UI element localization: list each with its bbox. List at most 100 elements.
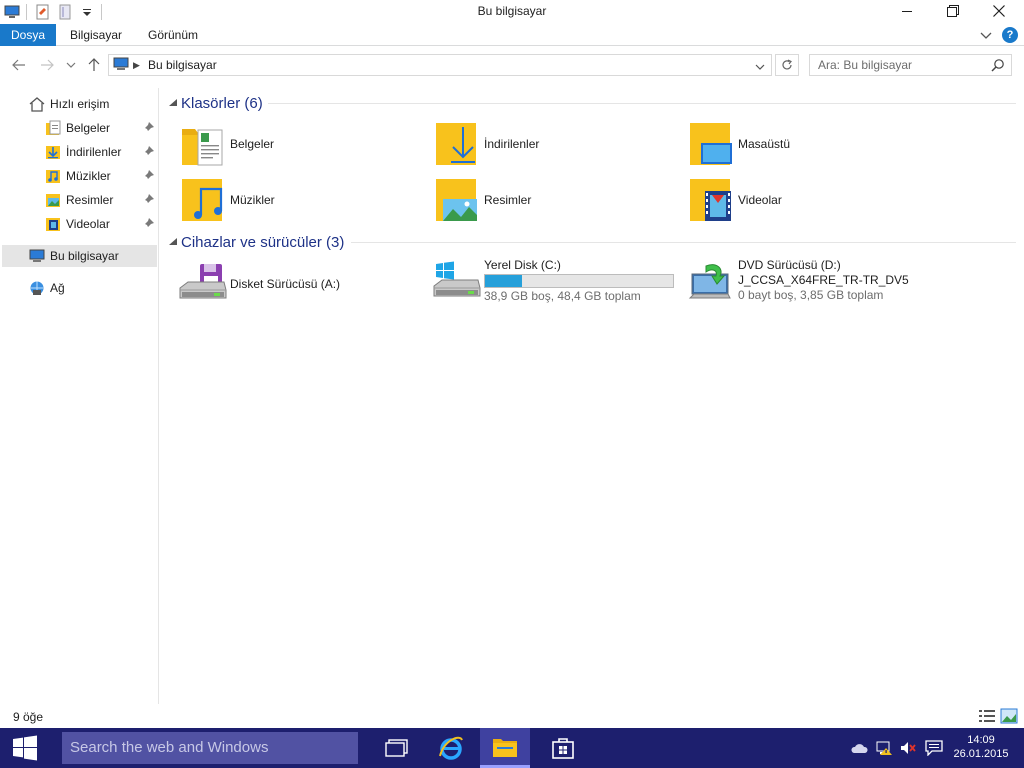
nav-label: Hızlı erişim <box>50 97 110 111</box>
taskbar: Search the web and Windows 14:09 26.01.2… <box>0 728 1024 768</box>
content-pane: Klasörler (6) Belgeler İndirilenler Masa… <box>160 88 1024 704</box>
windows-drive-icon <box>430 258 482 306</box>
nav-label: Belgeler <box>66 121 111 135</box>
pin-icon[interactable] <box>141 169 155 183</box>
close-button[interactable] <box>976 0 1022 22</box>
minimize-button[interactable] <box>884 0 930 22</box>
start-button[interactable] <box>0 728 50 768</box>
ribbon-tabs: Dosya Bilgisayar Görünüm ? <box>0 24 1024 46</box>
folder-label: Resimler <box>484 193 532 207</box>
expand-ribbon-icon[interactable] <box>978 27 994 43</box>
large-icons-view-icon[interactable] <box>1000 708 1018 724</box>
documents-folder-icon <box>44 119 62 137</box>
nav-label: Bu bilgisayar <box>50 249 119 263</box>
address-row: ▶ Bu bilgisayar <box>0 47 1024 83</box>
address-dropdown-icon[interactable] <box>755 60 765 74</box>
folder-tile-downloads[interactable]: İndirilenler <box>432 118 539 170</box>
drive-tile-dvd[interactable]: DVD Sürücüsü (D:) J_CCSA_X64FRE_TR-TR_DV… <box>684 258 909 310</box>
group-header-folders[interactable]: Klasörler (6) <box>168 93 1016 113</box>
address-bar[interactable]: ▶ Bu bilgisayar <box>108 54 772 76</box>
documents-folder-icon <box>178 120 226 168</box>
details-view-icon[interactable] <box>978 708 996 724</box>
forward-button[interactable] <box>38 56 56 74</box>
maximize-button[interactable] <box>930 0 976 22</box>
nav-item-pictures[interactable]: Resimler <box>44 189 113 211</box>
nav-item-videos[interactable]: Videolar <box>44 213 110 235</box>
minimize-icon <box>902 11 912 12</box>
restore-icon <box>947 5 959 17</box>
search-box[interactable] <box>809 54 1012 76</box>
refresh-button[interactable] <box>775 54 799 76</box>
nav-item-downloads[interactable]: İndirilenler <box>44 141 121 163</box>
folder-tile-documents[interactable]: Belgeler <box>178 118 274 170</box>
collapse-chevron-icon <box>169 99 177 106</box>
folder-tile-music[interactable]: Müzikler <box>178 174 275 226</box>
task-view-button[interactable] <box>372 728 422 768</box>
internet-explorer-button[interactable] <box>426 728 476 768</box>
recent-locations-button[interactable] <box>62 56 80 74</box>
folder-tile-pictures[interactable]: Resimler <box>432 174 531 226</box>
nav-quick-access[interactable]: Hızlı erişim <box>28 93 109 115</box>
group-header-devices[interactable]: Cihazlar ve sürücüler (3) <box>168 232 1016 252</box>
drive-tile-floppy[interactable]: Disket Sürücüsü (A:) <box>176 258 340 310</box>
floppy-drive-icon <box>176 260 228 308</box>
folder-tile-desktop[interactable]: Masaüstü <box>686 118 790 170</box>
music-folder-icon <box>44 167 62 185</box>
tab-view[interactable]: Görünüm <box>136 24 210 46</box>
nav-item-documents[interactable]: Belgeler <box>44 117 110 139</box>
clock-date: 26.01.2015 <box>953 748 1009 760</box>
file-explorer-icon <box>493 738 517 757</box>
folder-label: Masaüstü <box>738 137 791 151</box>
window-title: Bu bilgisayar <box>477 4 547 18</box>
folder-tile-videos[interactable]: Videolar <box>686 174 782 226</box>
nav-item-music[interactable]: Müzikler <box>44 165 111 187</box>
navigation-pane: Hızlı erişim Belgeler İndirilenler Müzik… <box>0 88 159 704</box>
disk-usage-fill <box>485 275 522 287</box>
up-button[interactable] <box>85 56 103 74</box>
pin-icon[interactable] <box>141 193 155 207</box>
pin-icon[interactable] <box>141 217 155 231</box>
nav-this-pc[interactable]: Bu bilgisayar <box>2 245 157 267</box>
tab-computer[interactable]: Bilgisayar <box>58 24 134 46</box>
folder-label: İndirilenler <box>484 137 540 151</box>
pin-icon[interactable] <box>141 121 155 135</box>
taskbar-clock[interactable]: 14:09 26.01.2015 <box>948 733 1014 761</box>
folder-label: Belgeler <box>230 137 275 151</box>
folder-label: Videolar <box>738 193 782 207</box>
pin-icon[interactable] <box>141 145 155 159</box>
status-bar: 9 öğe <box>0 705 1024 727</box>
up-arrow-icon <box>88 58 100 71</box>
file-explorer-button[interactable] <box>480 728 530 768</box>
drive-label: DVD Sürücüsü (D:) <box>738 258 841 272</box>
collapse-chevron-icon <box>169 238 177 245</box>
help-button[interactable]: ? <box>1002 27 1018 43</box>
search-input[interactable] <box>818 56 988 74</box>
search-icon[interactable] <box>991 58 1005 75</box>
title-bar: Bu bilgisayar <box>0 0 1024 24</box>
back-arrow-icon <box>12 59 25 71</box>
nav-network[interactable]: Ağ <box>28 277 65 299</box>
forward-arrow-icon <box>41 59 54 71</box>
onedrive-tray-icon[interactable] <box>850 740 868 756</box>
back-button[interactable] <box>10 56 28 74</box>
store-button[interactable] <box>538 728 588 768</box>
group-divider <box>268 103 1016 104</box>
drive-tile-local-disk[interactable]: Yerel Disk (C:) 38,9 GB boş, 48,4 GB top… <box>430 258 674 310</box>
network-icon <box>28 279 46 297</box>
volume-muted-tray-icon[interactable] <box>899 740 917 756</box>
tab-file[interactable]: Dosya <box>0 24 56 46</box>
breadcrumb-chevron-icon[interactable]: ▶ <box>133 60 140 71</box>
group-title: Klasörler (6) <box>181 94 263 112</box>
windows-logo-icon <box>13 735 37 761</box>
drive-usage-text: 38,9 GB boş, 48,4 GB toplam <box>484 289 641 303</box>
action-center-tray-icon[interactable] <box>925 740 943 756</box>
drive-usage-text: 0 bayt boş, 3,85 GB toplam <box>738 288 884 302</box>
network-tray-icon[interactable] <box>875 740 893 756</box>
group-title: Cihazlar ve sürücüler (3) <box>181 233 345 251</box>
nav-label: Ağ <box>50 281 65 295</box>
group-divider <box>351 242 1016 243</box>
taskbar-search-box[interactable]: Search the web and Windows <box>62 732 358 764</box>
breadcrumb-current[interactable]: Bu bilgisayar <box>148 58 217 72</box>
nav-label: Resimler <box>66 193 114 207</box>
music-folder-icon <box>178 176 226 224</box>
